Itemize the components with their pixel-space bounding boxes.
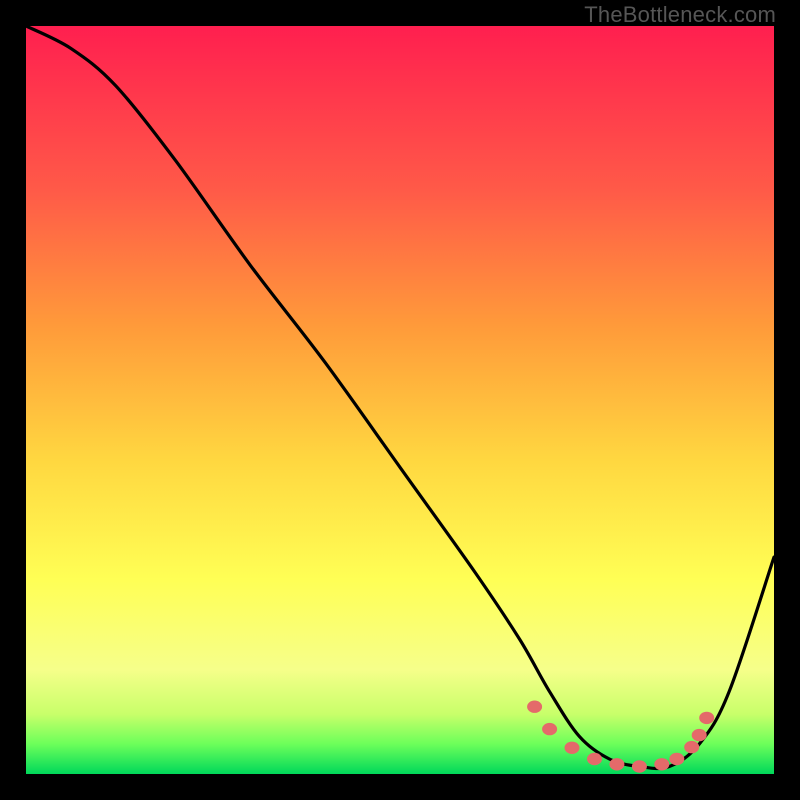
marker-dot [565,742,580,754]
chart-plot-area [26,26,774,774]
marker-dot [632,760,647,772]
marker-dot [692,729,707,741]
chart-svg [26,26,774,774]
marker-dot [609,758,624,770]
marker-dot [542,723,557,735]
watermark-text: TheBottleneck.com [584,2,776,28]
marker-dot [684,741,699,753]
chart-frame [20,20,780,780]
marker-dot [669,753,684,765]
marker-dot [527,701,542,713]
gradient-bg [26,26,774,774]
marker-dot [654,758,669,770]
marker-dot [587,753,602,765]
marker-dot [699,712,714,724]
